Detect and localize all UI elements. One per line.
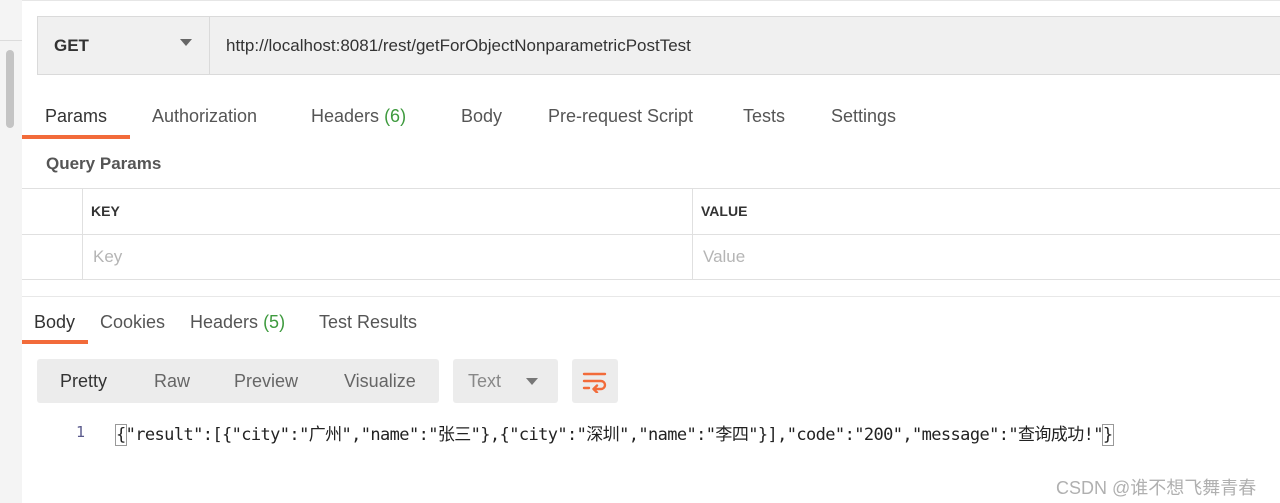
column-header-value: VALUE <box>701 203 748 219</box>
tab-test-results[interactable]: Test Results <box>319 312 417 333</box>
value-input[interactable]: Value <box>703 247 745 267</box>
column-header-key: KEY <box>91 203 120 219</box>
tab-response-body[interactable]: Body <box>34 312 75 333</box>
sidebar-divider <box>0 40 22 41</box>
tab-response-headers-label: Headers <box>190 312 259 332</box>
method-label: GET <box>54 36 89 55</box>
tab-response-headers-count: (5) <box>263 312 286 332</box>
query-params-title: Query Params <box>46 154 162 173</box>
format-select[interactable]: Text <box>453 359 558 403</box>
visualize-button[interactable]: Visualize <box>344 371 416 392</box>
raw-button[interactable]: Raw <box>154 371 190 392</box>
view-mode-group: Pretty Raw Preview Visualize <box>37 359 439 403</box>
method-select[interactable]: GET <box>38 17 210 74</box>
tab-params[interactable]: Params <box>45 106 107 127</box>
url-input[interactable]: http://localhost:8081/rest/getForObjectN… <box>226 36 691 56</box>
tab-pre-request-script[interactable]: Pre-request Script <box>548 106 693 127</box>
preview-button[interactable]: Preview <box>234 371 298 392</box>
active-tab-indicator <box>22 135 130 139</box>
tab-cookies[interactable]: Cookies <box>100 312 165 333</box>
tab-headers-label: Headers <box>311 106 380 126</box>
params-table: KEY VALUE Key Value <box>22 188 1280 280</box>
json-open-brace: { <box>115 424 127 446</box>
format-label: Text <box>468 371 502 391</box>
key-input[interactable]: Key <box>93 247 122 267</box>
chevron-down-icon <box>180 39 192 46</box>
line-number: 1 <box>76 423 86 441</box>
tab-headers[interactable]: Headers (6) <box>311 106 406 127</box>
watermark: CSDN @谁不想飞舞青春 <box>1056 478 1257 498</box>
json-close-brace: } <box>1101 424 1114 446</box>
wrap-lines-button[interactable] <box>572 359 618 403</box>
row-divider <box>22 234 1280 235</box>
json-content: "result":[{"city":"广州","name":"张三"},{"ci… <box>125 425 1104 445</box>
top-divider <box>22 0 1280 1</box>
chevron-down-icon <box>526 378 538 385</box>
tab-response-headers[interactable]: Headers (5) <box>190 312 285 333</box>
scrollbar-thumb[interactable] <box>6 50 14 128</box>
tab-settings[interactable]: Settings <box>831 106 896 127</box>
tab-tests[interactable]: Tests <box>743 106 785 127</box>
request-tabs: Params Authorization Headers (6) Body Pr… <box>22 100 1280 140</box>
wrap-lines-icon <box>582 372 607 393</box>
active-response-tab-indicator <box>22 340 88 344</box>
pretty-button[interactable]: Pretty <box>60 371 107 392</box>
tab-body[interactable]: Body <box>461 106 502 127</box>
left-sidebar-edge <box>0 0 22 503</box>
tab-headers-count: (6) <box>384 106 407 126</box>
tab-authorization[interactable]: Authorization <box>152 106 257 127</box>
request-bar: GET http://localhost:8081/rest/getForObj… <box>37 16 1280 75</box>
response-divider <box>22 296 1280 297</box>
response-json-line[interactable]: {"result":[{"city":"广州","name":"张三"},{"c… <box>115 420 1114 446</box>
response-tabs: Body Cookies Headers (5) Test Results <box>22 306 1280 346</box>
